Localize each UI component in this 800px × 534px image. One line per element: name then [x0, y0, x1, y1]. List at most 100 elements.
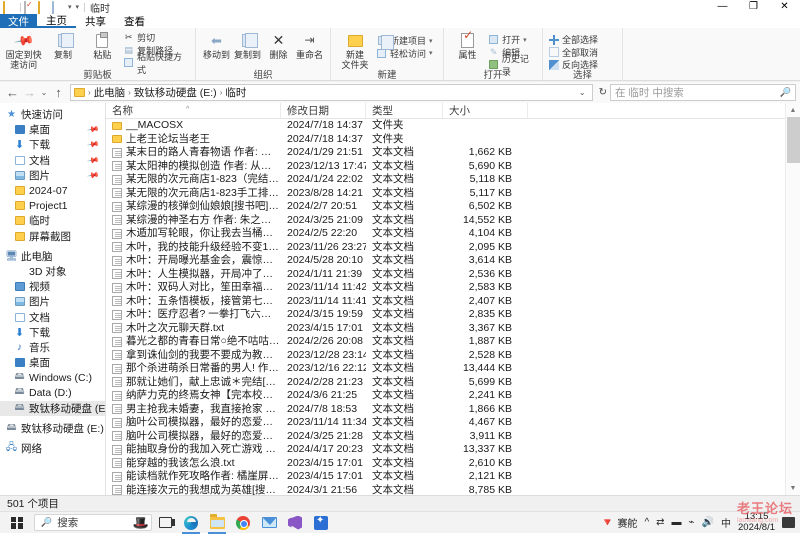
sidebar-item-documents[interactable]: 文档 📌: [0, 153, 105, 168]
sidebar-item-documents-pc[interactable]: 文档: [0, 309, 105, 324]
taskbar-visual-studio-button[interactable]: [282, 512, 308, 534]
table-row[interactable]: 某末日的路人青春物语 作者: 尼根大公.txt 2024/1/29 21:51 文本…: [106, 146, 800, 160]
sidebar-item-drive-e[interactable]: 🖴 致钛移动硬盘 (E:): [0, 400, 105, 416]
search-box[interactable]: 在 临时 中搜索 🔍: [610, 84, 796, 101]
sidebar-item-desktop[interactable]: 桌面 📌: [0, 122, 105, 137]
column-header-type[interactable]: 类型: [366, 103, 443, 119]
sidebar-item-windows-c[interactable]: 🖴 Windows (C:): [0, 370, 105, 385]
taskbar-telegram-button[interactable]: [308, 512, 334, 534]
chevron-down-icon[interactable]: ▾: [429, 49, 433, 57]
quick-access-new-folder-icon[interactable]: [38, 0, 49, 15]
search-icon[interactable]: 🔍: [780, 87, 791, 98]
table-row[interactable]: 纳萨力克的终焉女神【完本校对】[搜书吧].txt 2024/3/6 21:25 文本…: [106, 389, 800, 403]
taskbar-edge-button[interactable]: [178, 512, 204, 534]
table-row[interactable]: 能连接次元的我想成为英雄[搜书吧].txt 2024/3/1 21:56 文本文档 8…: [106, 484, 800, 495]
column-header-date[interactable]: 修改日期: [281, 103, 366, 119]
taskbar-chrome-button[interactable]: [230, 512, 256, 534]
sidebar-item-screenshots[interactable]: 屏幕截图: [0, 229, 105, 244]
forward-button[interactable]: →: [21, 84, 38, 101]
taskbar-mail-button[interactable]: [256, 512, 282, 534]
table-row[interactable]: 能穿越的我该怎么浪.txt 2023/4/15 17:01 文本文档 2,610 KB: [106, 457, 800, 471]
move-to-button[interactable]: ⬅ 移动到: [201, 31, 232, 61]
table-row[interactable]: 某太阳神的模拟创造 作者: 从言白若生[搜书吧].. 2023/12/13 17:…: [106, 160, 800, 174]
table-row[interactable]: 木叶：开局曝光基金会，震惊世界1-400.txt 2024/5/28 20:10 文…: [106, 254, 800, 268]
sidebar-item-music[interactable]: ♪ 音乐: [0, 340, 105, 355]
table-row[interactable]: 那就让她们，献上忠诚＊完结[搜书吧].txt 2024/2/28 21:23 文本文…: [106, 376, 800, 390]
scroll-down-icon[interactable]: ▼: [786, 481, 800, 495]
task-view-button[interactable]: [152, 512, 178, 534]
properties-button[interactable]: 属性: [449, 31, 486, 61]
back-button[interactable]: ←: [4, 84, 21, 101]
sidebar-item-this-pc[interactable]: 🖥 此电脑: [0, 249, 105, 264]
table-row[interactable]: 木叶：医疗忍者? 一拳打飞六道斑 作者: 觉醒.. 2024/3/15 19:59…: [106, 308, 800, 322]
breadcrumb-current[interactable]: 临时: [225, 85, 246, 100]
invert-selection-button[interactable]: 反向选择: [548, 59, 598, 70]
tab-share[interactable]: 共享: [76, 14, 115, 28]
paste-shortcut-button[interactable]: 粘贴快捷方式: [123, 52, 190, 75]
open-button[interactable]: 打开 ▾: [488, 34, 537, 45]
table-row[interactable]: 某无限的次元商店1-823（完结）[搜书吧].txt 2024/1/24 22:0…: [106, 173, 800, 187]
quick-access-properties-icon[interactable]: [24, 0, 35, 15]
tray-expand-icon[interactable]: ^: [644, 517, 649, 528]
table-row[interactable]: 木叶，我的技能升级经验不变1-298.txt 2023/11/26 23:27 文本…: [106, 241, 800, 255]
breadcrumb-dropdown-icon[interactable]: ⌄: [576, 88, 589, 97]
tray-thunder-app[interactable]: 🔻 赛舵: [601, 515, 638, 530]
tray-battery-icon[interactable]: ▬: [672, 517, 682, 528]
sidebar-item-data-d[interactable]: 🖴 Data (D:): [0, 385, 105, 400]
column-header-name[interactable]: 名称 ^: [106, 103, 281, 119]
table-row[interactable]: 上老王论坛当老王 2024/7/18 14:37 文件夹: [106, 133, 800, 147]
pin-to-quick-access-button[interactable]: 📌 固定到快 速访问: [5, 30, 42, 70]
up-button[interactable]: ↑: [50, 84, 67, 101]
cut-button[interactable]: ✂ 剪切: [123, 32, 190, 43]
scrollbar-thumb[interactable]: [787, 117, 800, 163]
delete-button[interactable]: ✕ 删除: [263, 31, 294, 61]
table-row[interactable]: 木叶之次元聊天群.txt 2023/4/15 17:01 文本文档 3,367 KB: [106, 322, 800, 336]
table-row[interactable]: 能读档就作死攻略作者: 橘崖屏下(1-450).txt 2023/4/15 17:…: [106, 470, 800, 484]
maximize-button[interactable]: ❐: [738, 0, 769, 14]
file-list-scrollbar[interactable]: ▲ ▼: [785, 103, 800, 495]
column-header-size[interactable]: 大小: [443, 103, 528, 119]
table-row[interactable]: 脑叶公司模拟器，最好的恋爱模拟器-464 作者.. 2024/3/25 21:28…: [106, 430, 800, 444]
recent-locations-button[interactable]: ⌄: [38, 84, 50, 101]
sidebar-item-downloads[interactable]: ⬇ 下载 📌: [0, 137, 105, 152]
select-none-button[interactable]: 全部取消: [548, 47, 598, 58]
sidebar-item-2024-07[interactable]: 2024-07: [0, 183, 105, 198]
close-button[interactable]: ✕: [769, 0, 800, 14]
start-button[interactable]: [0, 512, 34, 534]
taskbar-file-explorer-button[interactable]: [204, 512, 230, 534]
rename-button[interactable]: ⇥ 重命名: [294, 31, 325, 61]
table-row[interactable]: __MACOSX 2024/7/18 14:37 文件夹: [106, 119, 800, 133]
quick-access-folder-icon[interactable]: [3, 0, 14, 15]
sidebar-item-videos[interactable]: 视频: [0, 279, 105, 294]
minimize-button[interactable]: —: [707, 0, 738, 14]
sidebar-item-drive-e-root[interactable]: 🖴 致钛移动硬盘 (E:): [0, 421, 105, 436]
chevron-down-icon[interactable]: ▾: [523, 36, 527, 44]
table-row[interactable]: 木遁加写轮眼，你让我去当桶柏? 作者: 一只.. 2024/2/5 22:20 文本…: [106, 227, 800, 241]
copy-button[interactable]: 复制: [44, 31, 81, 61]
new-folder-button[interactable]: 新建 文件夹: [336, 31, 374, 70]
table-row[interactable]: 脑叶公司模拟器，最好的恋爱模拟器 作者: 耿.. 2023/11/14 11:34…: [106, 416, 800, 430]
sidebar-item-downloads-pc[interactable]: ⬇ 下载: [0, 325, 105, 340]
table-row[interactable]: 拿到诛仙剑的我要不要成为教主○Saber酱○全.. 2023/12/28 23:1…: [106, 349, 800, 363]
new-item-button[interactable]: 新建项目 ▾: [376, 35, 433, 50]
table-row[interactable]: 那个杀进萌杀日常番的男人! 作者: 日耳曼的.. 2023/12/16 22:12…: [106, 362, 800, 376]
taskbar-search-input[interactable]: 🔍 搜索 🎩: [34, 514, 152, 531]
history-button[interactable]: 历史记录: [488, 54, 537, 77]
sidebar-item-project1[interactable]: Project1: [0, 198, 105, 213]
tab-home[interactable]: 主页: [37, 14, 76, 28]
table-row[interactable]: 某综漫的核弹剑仙娘娘[搜书吧].txt 2024/2/7 20:51 文本文档 6,5…: [106, 200, 800, 214]
breadcrumb-drive[interactable]: 致钛移动硬盘 (E:): [134, 85, 217, 100]
quick-access-undo-icon[interactable]: [52, 0, 63, 15]
breadcrumb-this-pc[interactable]: 此电脑: [94, 85, 126, 100]
scroll-up-icon[interactable]: ▲: [786, 103, 800, 117]
paste-button[interactable]: 粘贴: [84, 31, 121, 61]
sidebar-item-quick-access[interactable]: ★ 快速访问: [0, 107, 105, 122]
table-row[interactable]: 木叶：人生模拟器，开局冲了笙田[搜书吧].txt 2024/1/11 21:39 文…: [106, 268, 800, 282]
tab-view[interactable]: 查看: [115, 14, 154, 28]
select-all-button[interactable]: 全部选择: [548, 34, 598, 45]
table-row[interactable]: 某无限的次元商店1-823手工排版.txt 2023/8/28 14:21 文本文档…: [106, 187, 800, 201]
copy-to-button[interactable]: 复制到: [232, 31, 263, 61]
tray-volume-icon[interactable]: 🔊: [702, 517, 714, 528]
sidebar-item-network[interactable]: 🖧 网络: [0, 441, 105, 456]
sidebar-item-temp[interactable]: 临时: [0, 213, 105, 228]
